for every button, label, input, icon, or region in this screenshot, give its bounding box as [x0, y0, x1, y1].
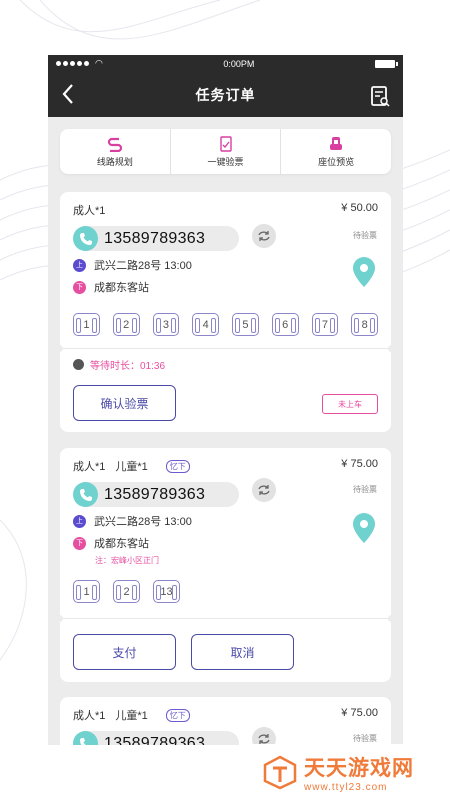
- nav-bar: 任务订单: [48, 72, 403, 117]
- child-tag: 忆下: [165, 708, 190, 722]
- card-divider: [56, 615, 395, 622]
- order-card: 成人*1 ¥ 50.00 13589789363 待验票 上武兴二路28号 13…: [56, 192, 395, 432]
- pickup-badge: 上: [73, 514, 86, 528]
- swap-icon[interactable]: [252, 224, 276, 248]
- order-status: 待验票: [353, 734, 377, 743]
- tab-route-planning[interactable]: 线路规划: [60, 129, 171, 174]
- pickup-address: 武兴二路28号 13:00: [94, 516, 192, 528]
- phone-number: 13589789363: [104, 734, 206, 746]
- phone-number: 13589789363: [104, 485, 206, 503]
- document-search-icon[interactable]: [369, 84, 391, 108]
- phone-call-button[interactable]: 13589789363: [73, 731, 239, 745]
- tab-label: 一键验票: [207, 156, 244, 167]
- dropoff-address: 成都东客站: [94, 282, 149, 294]
- watermark: 天天游戏网 www.ttyl23.com: [248, 744, 450, 800]
- passenger-count: 成人*1: [73, 205, 106, 217]
- order-status: 待验票: [353, 231, 377, 240]
- dropoff-stop: 下成都东客站: [73, 279, 378, 295]
- seat[interactable]: 2: [113, 580, 140, 603]
- pickup-badge: 上: [73, 258, 86, 272]
- card-divider: [56, 345, 395, 352]
- phone-screen: ◠ 0:00PM 任务订单 线路规划 一键验票 座位预览 成人*1 ¥ 50.0…: [48, 55, 403, 745]
- phone-icon: [73, 226, 98, 251]
- passenger-count: 成人*1: [73, 461, 106, 473]
- swap-icon[interactable]: [252, 727, 276, 745]
- wait-time: 等待时长：01:36: [73, 357, 165, 372]
- seat[interactable]: 1: [73, 313, 100, 336]
- route-icon: [107, 137, 122, 152]
- child-count: 儿童*1: [115, 710, 148, 722]
- dropoff-address: 成都东客站: [94, 538, 149, 550]
- swap-icon[interactable]: [252, 478, 276, 502]
- pay-button[interactable]: 支付: [73, 634, 176, 670]
- tab-label: 线路规划: [96, 156, 133, 167]
- pickup-address: 武兴二路28号 13:00: [94, 260, 192, 272]
- phone-number: 13589789363: [104, 229, 206, 247]
- seat[interactable]: 13: [153, 580, 180, 603]
- phone-icon: [73, 731, 98, 745]
- location-pin-icon[interactable]: [351, 512, 377, 544]
- seat[interactable]: 8: [351, 313, 378, 336]
- seat[interactable]: 7: [311, 313, 339, 336]
- order-note: 注：宏峰小区正门: [95, 556, 159, 565]
- child-count: 儿童*1: [115, 461, 148, 473]
- order-price: ¥ 75.00: [341, 707, 378, 719]
- watermark-url: www.ttyl23.com: [304, 781, 388, 793]
- status-bar: ◠ 0:00PM: [48, 55, 403, 72]
- child-tag: 忆下: [165, 459, 190, 473]
- watermark-name: 天天游戏网: [304, 756, 414, 780]
- dropoff-badge: 下: [73, 536, 86, 550]
- seat[interactable]: 6: [271, 313, 299, 336]
- seat[interactable]: 3: [152, 313, 180, 336]
- phone-call-button[interactable]: 13589789363: [73, 226, 239, 251]
- battery-icon: [374, 59, 398, 68]
- no-show-button[interactable]: 未上车: [322, 394, 378, 414]
- seat[interactable]: 5: [232, 313, 259, 336]
- phone-icon: [73, 482, 98, 507]
- passenger-info: 成人*1 儿童*1 忆下: [73, 707, 190, 723]
- seat-preview-icon: [330, 136, 343, 150]
- seat[interactable]: 2: [112, 313, 140, 336]
- ticket-check-icon: [219, 135, 232, 152]
- order-card: 成人*1 儿童*1 忆下 ¥ 75.00 13589789363 待验票: [60, 697, 391, 745]
- seat-list: 1 2 3 4 5 6 7 8: [73, 313, 378, 336]
- dropoff-stop: 下成都东客站: [73, 535, 378, 551]
- wifi-icon: ◠: [95, 58, 103, 68]
- passenger-info: 成人*1 儿童*1 忆下: [73, 458, 190, 474]
- order-status: 待验票: [353, 485, 377, 494]
- tab-seat-preview[interactable]: 座位预览: [281, 129, 391, 174]
- page-title: 任务订单: [195, 86, 256, 103]
- back-arrow-icon[interactable]: [58, 82, 80, 106]
- tab-label: 座位预览: [318, 156, 355, 167]
- tab-ticket-check[interactable]: 一键验票: [171, 129, 282, 174]
- order-price: ¥ 75.00: [341, 458, 378, 470]
- status-time: 0:00PM: [223, 58, 255, 69]
- wait-time-label: 等待时长：01:36: [90, 361, 166, 372]
- seat[interactable]: 1: [73, 580, 100, 603]
- confirm-ticket-button[interactable]: 确认验票: [73, 385, 176, 421]
- pickup-stop: 上武兴二路28号 13:00: [73, 513, 378, 529]
- seat[interactable]: 4: [192, 313, 219, 336]
- clock-icon: [73, 359, 84, 370]
- watermark-logo-icon: [263, 755, 297, 790]
- signal-icon: ◠: [56, 58, 103, 69]
- cancel-button[interactable]: 取消: [191, 634, 294, 670]
- dropoff-badge: 下: [73, 280, 86, 294]
- seat-list: 1 2 13: [73, 580, 378, 603]
- pickup-stop: 上武兴二路28号 13:00: [73, 257, 378, 273]
- location-pin-icon[interactable]: [351, 256, 377, 288]
- order-card: 成人*1 儿童*1 忆下 ¥ 75.00 13589789363 待验票 上武兴二路…: [56, 448, 395, 682]
- phone-call-button[interactable]: 13589789363: [73, 482, 239, 507]
- order-price: ¥ 50.00: [341, 202, 378, 214]
- action-tabs: 线路规划 一键验票 座位预览: [60, 129, 391, 174]
- passenger-count: 成人*1: [73, 710, 106, 722]
